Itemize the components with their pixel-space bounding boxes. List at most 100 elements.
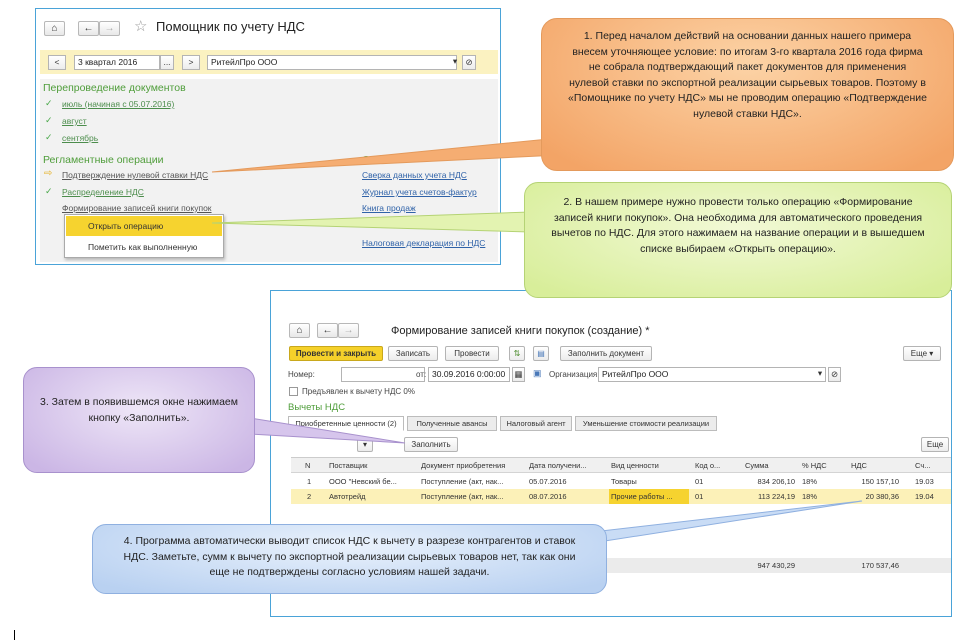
tab-received-advances[interactable]: Полученные авансы [407, 416, 497, 431]
cell-document: Поступление (акт, нак... [421, 477, 504, 486]
col-vat-rate[interactable]: % НДС [802, 458, 846, 473]
add-row-button[interactable]: ▾ [357, 437, 373, 452]
period-field[interactable]: 3 квартал 2016 [74, 55, 160, 70]
more-table-button[interactable]: Еще [921, 437, 949, 452]
reprocessing-august-link[interactable]: август [62, 116, 87, 126]
star-icon[interactable]: ☆ [134, 17, 147, 35]
organization-field[interactable]: РитейлПро ООО [207, 55, 457, 70]
col-document[interactable]: Документ приобретения [421, 458, 517, 473]
zero-rate-checkbox[interactable] [289, 387, 298, 396]
table-row[interactable]: 1 ООО "Невский бе... Поступление (акт, н… [291, 474, 951, 489]
cell-value-type[interactable]: Прочие работы ... [609, 489, 689, 504]
col-supplier[interactable]: Поставщик [329, 458, 413, 473]
cell-document: Поступление (акт, нак... [421, 492, 504, 501]
organization-field[interactable]: РитейлПро ООО [598, 367, 826, 382]
next-period-button[interactable]: > [182, 55, 200, 70]
post-button[interactable]: Провести [445, 346, 499, 361]
dropdown-icon[interactable]: ▾ [450, 56, 460, 69]
dt-kt-icon[interactable]: ⇅ [509, 346, 525, 361]
dropdown-icon[interactable]: ▾ [815, 368, 825, 381]
back-button[interactable]: ← [78, 21, 99, 36]
page-title: Помощник по учету НДС [156, 19, 305, 34]
menu-item-open-operation[interactable]: Открыть операцию [66, 216, 222, 236]
fill-document-button[interactable]: Заполнить документ [560, 346, 652, 361]
cell-vat: 150 157,10 [861, 477, 899, 486]
cell-n: 2 [307, 492, 312, 501]
callout-step-1: 1. Перед началом действий на основании д… [541, 18, 954, 171]
col-vat[interactable]: НДС [851, 458, 901, 473]
cell-vat-rate: 18% [802, 477, 818, 486]
number-label: Номер: [288, 370, 315, 379]
vat-assistant-window: ⌂ ← → ☆ Помощник по учету НДС < 3 кварта… [35, 8, 501, 265]
cell-value-type: Товары [611, 477, 637, 486]
report-sales-book-link[interactable]: Книга продаж [362, 203, 416, 213]
tab-tax-agent[interactable]: Налоговый агент [500, 416, 572, 431]
table-header: N Поставщик Документ приобретения Дата п… [291, 458, 951, 473]
menu-item-mark-done[interactable]: Пометить как выполненную [66, 237, 222, 257]
post-and-close-button[interactable]: Провести и закрыть [289, 346, 383, 361]
cell-supplier: Автотрейд [329, 492, 366, 501]
forward-button[interactable]: → [99, 21, 120, 36]
zero-rate-checkbox-label: Предъявлен к вычету НДС 0% [302, 387, 415, 396]
open-link-icon[interactable]: ⊘ [828, 367, 841, 382]
date-field[interactable]: 30.09.2016 0:00:00 [428, 367, 510, 382]
table-row[interactable]: 2 Автотрейд Поступление (акт, нак... 08.… [291, 489, 951, 504]
cell-amount: 834 206,10 [757, 477, 795, 486]
cell-supplier: ООО "Невский бе... [329, 477, 397, 486]
date-label: от: [416, 370, 427, 379]
document-icon[interactable]: ▤ [533, 346, 549, 361]
check-icon: ✓ [45, 98, 53, 108]
save-button[interactable]: Записать [388, 346, 438, 361]
cell-date: 08.07.2016 [529, 492, 567, 501]
tab-acquired-values[interactable]: Приобретенные ценности (2) [288, 416, 404, 431]
home-button[interactable]: ⌂ [44, 21, 65, 36]
purchase-book-link[interactable]: Формирование записей книги покупок [62, 203, 212, 213]
open-link-icon[interactable]: ⊘ [462, 55, 476, 70]
text-cursor [14, 630, 15, 640]
col-account[interactable]: Сч... [915, 458, 945, 473]
cell-vat: 20 380,36 [865, 492, 899, 501]
operation-context-menu: Открыть операцию Пометить как выполненну… [64, 214, 224, 258]
number-field[interactable] [341, 367, 425, 382]
callout-step-4: 4. Программа автоматически выводит списо… [92, 524, 607, 594]
check-icon: ✓ [45, 132, 53, 142]
home-button[interactable]: ⌂ [289, 323, 310, 338]
cell-account: 19.04 [915, 492, 934, 501]
organization-label: Организация: [549, 370, 600, 379]
col-code[interactable]: Код о... [695, 458, 733, 473]
more-menu-button[interactable]: Еще ▾ [903, 346, 941, 361]
reprocessing-header: Перепроведение документов [43, 82, 186, 94]
check-icon: ✓ [45, 115, 53, 125]
total-vat: 170 537,46 [861, 561, 899, 570]
cell-code: 01 [695, 492, 704, 501]
regulated-ops-header: Регламентные операции [43, 154, 164, 166]
col-date[interactable]: Дата получени... [529, 458, 601, 473]
period-select-button[interactable]: ... [160, 55, 174, 70]
arrow-right-icon: ⇨ [44, 168, 53, 179]
callout-step-3: 3. Затем в появившемся окне нажимаем кно… [23, 367, 255, 473]
reprocessing-july-link[interactable]: июль (начиная с 05.07.2016) [62, 99, 174, 109]
reports-header: Отчеты [362, 154, 399, 166]
reprocessing-september-link[interactable]: сентябрь [62, 133, 98, 143]
period-toolbar: < 3 квартал 2016 ... > РитейлПро ООО ▾ ⊘ [40, 50, 498, 74]
cell-code: 01 [695, 477, 704, 486]
prev-period-button[interactable]: < [48, 55, 66, 70]
vat-distribution-link[interactable]: Распределение НДС [62, 187, 144, 197]
col-value-type[interactable]: Вид ценности [611, 458, 687, 473]
report-vat-declaration-link[interactable]: Налоговая декларация по НДС [362, 238, 485, 248]
back-button[interactable]: ← [317, 323, 338, 338]
forward-button[interactable]: → [338, 323, 359, 338]
zero-rate-confirmation-link[interactable]: Подтверждение нулевой ставки НДС [62, 170, 208, 180]
col-n[interactable]: N [305, 458, 319, 473]
document-title: Формирование записей книги покупок (созд… [391, 325, 650, 337]
calendar-icon[interactable]: ▦ [512, 367, 525, 382]
cell-date: 05.07.2016 [529, 477, 567, 486]
cell-account: 19.03 [915, 477, 934, 486]
report-invoice-journal-link[interactable]: Журнал учета счетов-фактур [362, 187, 477, 197]
tab-cost-reduction[interactable]: Уменьшение стоимости реализации [575, 416, 717, 431]
col-amount[interactable]: Сумма [745, 458, 801, 473]
check-icon: ✓ [45, 186, 53, 196]
fill-button[interactable]: Заполнить [404, 437, 458, 452]
report-reconciliation-link[interactable]: Сверка данных учета НДС [362, 170, 467, 180]
cell-n: 1 [307, 477, 312, 486]
